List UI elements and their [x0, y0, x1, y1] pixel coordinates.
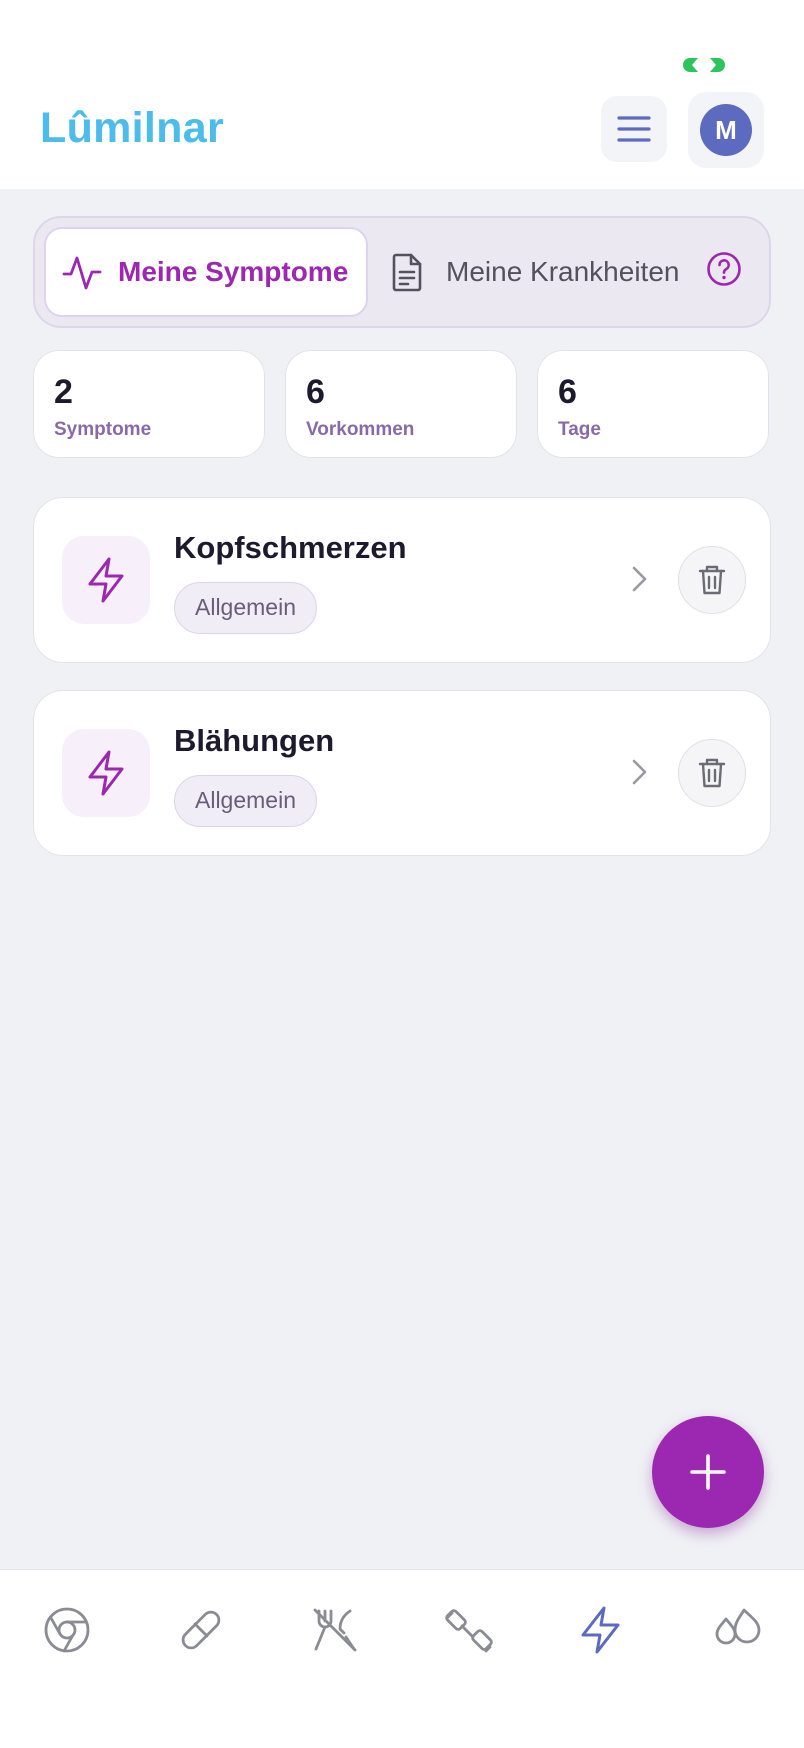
nav-item-hydration[interactable]: [697, 1596, 777, 1664]
nav-item-nutrition[interactable]: [295, 1596, 375, 1664]
dumbbell-icon: [445, 1609, 493, 1653]
tab-label: Meine Symptome: [118, 256, 349, 287]
pill-icon: [181, 1610, 221, 1650]
tab-label: Meine Krankheiten: [446, 256, 680, 287]
stat-label: Tage: [558, 419, 601, 440]
lightning-icon: [88, 557, 124, 603]
stat-value: 2: [54, 373, 73, 411]
activity-pulse-icon: [62, 256, 102, 290]
category-badge: Allgemein: [174, 775, 317, 827]
document-icon: [392, 253, 422, 292]
symptom-card[interactable]: Blähungen Allgemein: [33, 690, 771, 856]
delete-button[interactable]: [678, 546, 746, 614]
chevron-right-icon: [632, 566, 647, 592]
status-indicator-icon: [683, 58, 725, 72]
nav-item-fitness[interactable]: [429, 1596, 509, 1664]
stat-card-tage: 6 Tage: [537, 350, 769, 458]
stat-card-vorkommen: 6 Vorkommen: [285, 350, 517, 458]
stat-card-symptome: 2 Symptome: [33, 350, 265, 458]
profile-button[interactable]: M: [688, 92, 764, 168]
category-badge: Allgemein: [174, 582, 317, 634]
stat-value: 6: [558, 373, 577, 411]
nav-item-symptoms[interactable]: [561, 1596, 641, 1664]
view-tabs: Meine Symptome Meine Krankheiten: [33, 216, 771, 328]
bottom-navigation: [0, 1569, 804, 1748]
utensils-off-icon: [313, 1608, 357, 1652]
tab-meine-symptome[interactable]: Meine Symptome: [44, 227, 368, 317]
help-circle-icon[interactable]: [706, 251, 742, 287]
symptom-icon-box: [62, 729, 150, 817]
nav-item-chrome[interactable]: [27, 1596, 107, 1664]
symptom-name: Blähungen: [174, 723, 335, 758]
delete-button[interactable]: [678, 739, 746, 807]
stat-label: Symptome: [54, 419, 152, 440]
nav-item-medication[interactable]: [161, 1596, 241, 1664]
menu-button[interactable]: [601, 96, 667, 162]
symptom-name: Kopfschmerzen: [174, 530, 407, 565]
app-brand-title: Lûmilnar: [40, 104, 224, 152]
symptom-icon-box: [62, 536, 150, 624]
symptom-card[interactable]: Kopfschmerzen Allgemein: [33, 497, 771, 663]
tab-meine-krankheiten[interactable]: Meine Krankheiten: [380, 227, 720, 317]
chrome-icon: [44, 1607, 90, 1653]
stat-value: 6: [306, 373, 325, 411]
plus-icon: [690, 1454, 726, 1490]
chevron-right-icon: [632, 759, 647, 785]
avatar: M: [700, 104, 752, 156]
trash-icon: [698, 758, 726, 788]
hamburger-menu-icon: [617, 116, 651, 142]
lightning-icon: [581, 1606, 620, 1654]
add-symptom-button[interactable]: [652, 1416, 764, 1528]
stat-label: Vorkommen: [306, 419, 415, 440]
app-header: Lûmilnar M: [0, 0, 804, 189]
lightning-icon: [88, 750, 124, 796]
droplets-icon: [715, 1608, 761, 1645]
trash-icon: [698, 565, 726, 595]
